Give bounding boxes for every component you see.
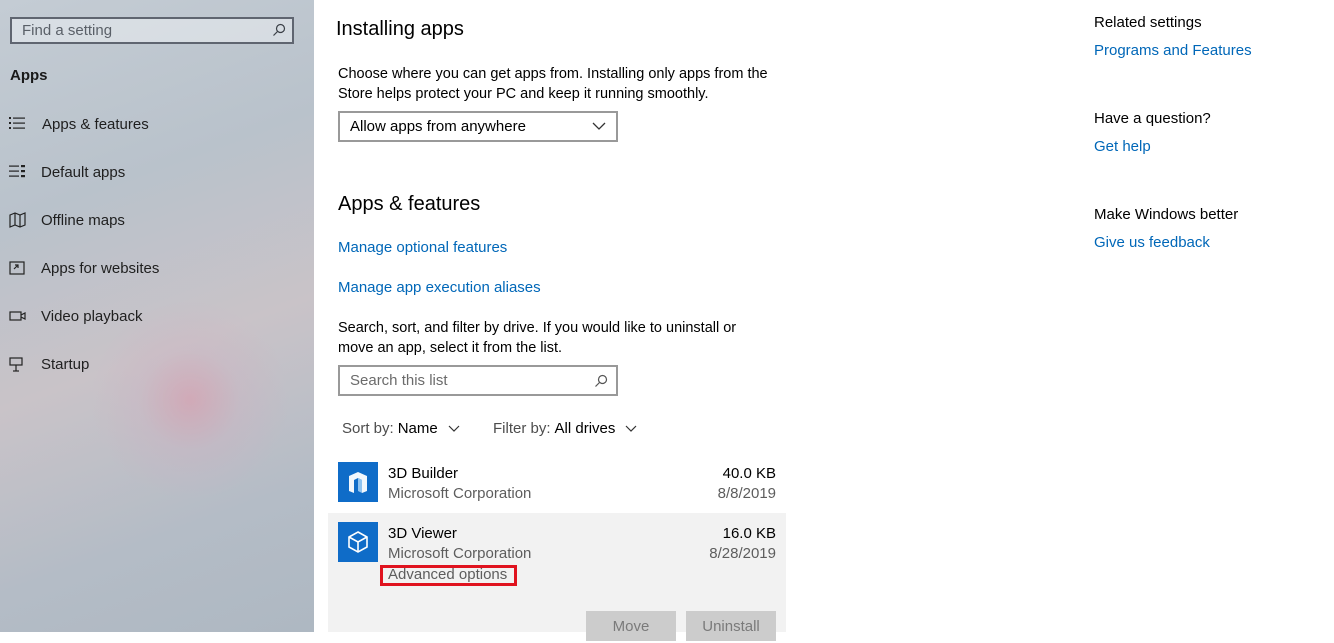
map-icon (9, 212, 26, 228)
app-name: 3D Builder (388, 465, 459, 482)
apps-features-description: Search, sort, and filter by drive. If yo… (338, 318, 736, 358)
sidebar-item-default-apps[interactable]: Default apps (0, 152, 314, 192)
app-source-dropdown[interactable]: Allow apps from anywhere (338, 111, 618, 142)
chevron-down-icon (448, 425, 460, 432)
app-publisher: Microsoft Corporation (388, 485, 532, 502)
sidebar-item-label: Apps & features (42, 115, 149, 133)
find-setting-input[interactable] (12, 19, 262, 42)
default-apps-icon (9, 165, 25, 178)
3d-builder-icon (338, 462, 378, 502)
app-name: 3D Viewer (388, 525, 457, 542)
video-icon (9, 311, 26, 321)
uninstall-button[interactable]: Uninstall (686, 611, 776, 641)
have-a-question-title: Have a question? (1094, 110, 1211, 127)
sidebar-item-apps-for-websites[interactable]: Apps for websites (0, 248, 314, 288)
open-in-app-icon (9, 261, 25, 275)
startup-icon (9, 357, 23, 372)
installing-apps-title: Installing apps (336, 18, 464, 40)
get-help-link[interactable]: Get help (1094, 138, 1151, 155)
description-line: Search, sort, and filter by drive. If yo… (338, 320, 737, 336)
filter-by-dropdown[interactable]: Filter by: All drives (493, 420, 637, 437)
app-size: 16.0 KB (722, 525, 776, 542)
search-list-input[interactable] (340, 367, 590, 394)
installing-apps-description: Choose where you can get apps from. Inst… (338, 64, 768, 104)
sidebar-item-video-playback[interactable]: Video playback (0, 296, 314, 336)
3d-viewer-icon (338, 522, 378, 562)
list-icon (9, 117, 25, 129)
chevron-down-icon (625, 425, 637, 432)
sidebar-item-label: Startup (41, 355, 90, 373)
search-icon[interactable] (594, 374, 608, 388)
description-line: Store helps protect your PC and keep it … (338, 86, 709, 102)
make-windows-better-title: Make Windows better (1094, 206, 1239, 223)
app-list-item-3d-viewer[interactable]: 3D Viewer Microsoft Corporation 16.0 KB … (328, 513, 786, 641)
section-title-apps: Apps (10, 67, 48, 84)
search-list-box[interactable] (338, 365, 618, 396)
filter-by-label: Filter by: (493, 420, 551, 437)
sidebar: Apps Apps & features Default apps Offli (0, 0, 314, 632)
sidebar-item-offline-maps[interactable]: Offline maps (0, 200, 314, 240)
description-line: Choose where you can get apps from. Inst… (338, 66, 768, 82)
sort-by-label: Sort by: (342, 420, 394, 437)
give-feedback-link[interactable]: Give us feedback (1094, 234, 1210, 251)
related-settings-title: Related settings (1094, 14, 1202, 31)
highlight-box (380, 565, 517, 586)
app-install-date: 8/28/2019 (709, 545, 776, 562)
chevron-down-icon (592, 122, 606, 130)
sidebar-item-startup[interactable]: Startup (0, 344, 314, 384)
manage-optional-features-link[interactable]: Manage optional features (338, 239, 507, 256)
sidebar-item-apps-features[interactable]: Apps & features (0, 104, 314, 144)
sidebar-item-label: Apps for websites (41, 259, 160, 277)
filter-by-value: All drives (554, 420, 616, 437)
app-list-item-3d-builder[interactable]: 3D Builder Microsoft Corporation 40.0 KB… (328, 453, 786, 513)
sort-by-value: Name (397, 420, 438, 437)
app-install-date: 8/8/2019 (717, 485, 776, 502)
apps-features-title: Apps & features (338, 193, 481, 215)
move-button[interactable]: Move (586, 611, 676, 641)
sidebar-item-label: Offline maps (41, 211, 125, 229)
app-size: 40.0 KB (722, 465, 776, 482)
app-publisher: Microsoft Corporation (388, 545, 532, 562)
search-icon[interactable] (272, 23, 286, 37)
sort-by-dropdown[interactable]: Sort by: Name (342, 420, 460, 437)
description-line: move an app, select it from the list. (338, 340, 563, 356)
programs-and-features-link[interactable]: Programs and Features (1094, 42, 1252, 59)
find-setting-search[interactable] (10, 17, 294, 44)
sidebar-item-label: Video playback (41, 307, 143, 325)
dropdown-value: Allow apps from anywhere (350, 118, 526, 135)
sidebar-item-label: Default apps (41, 163, 126, 181)
manage-app-execution-aliases-link[interactable]: Manage app execution aliases (338, 279, 541, 296)
